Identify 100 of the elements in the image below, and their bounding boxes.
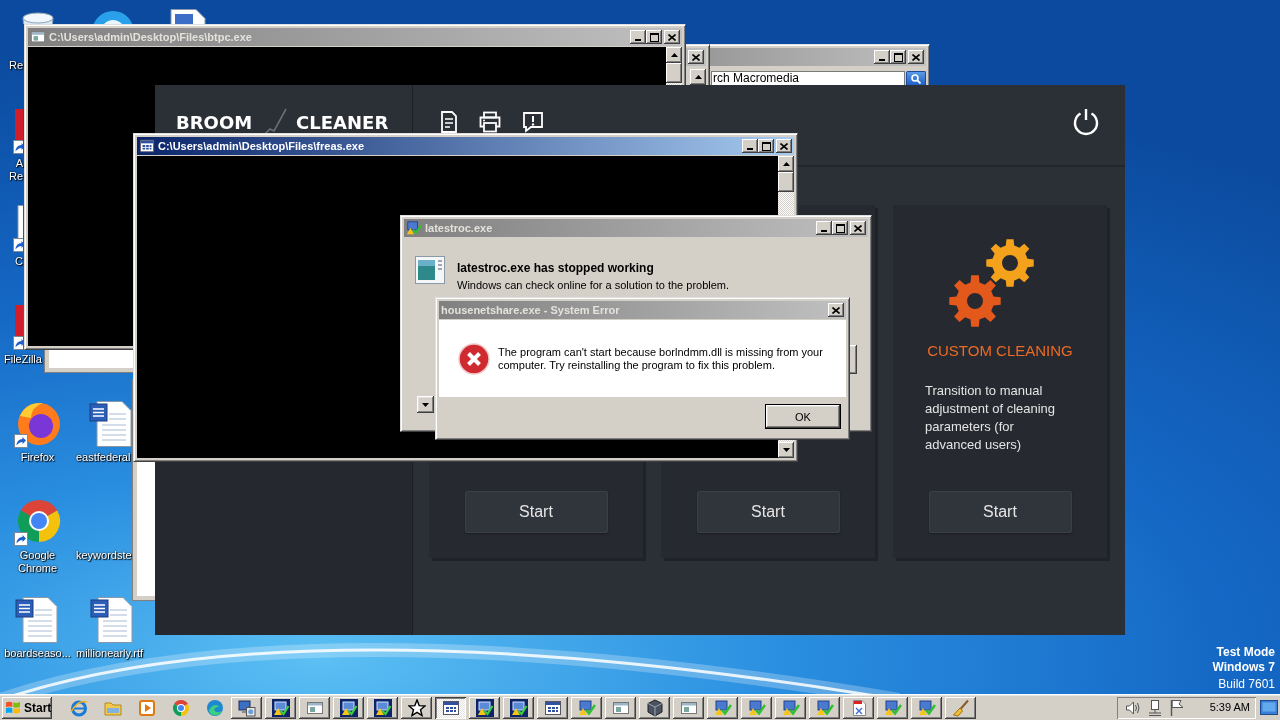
- monitor-check-icon: [373, 698, 392, 717]
- taskbar-button[interactable]: [265, 696, 296, 719]
- document-icon[interactable]: [440, 111, 458, 133]
- flag-icon[interactable]: [1168, 698, 1184, 717]
- icon-label: keywordste: [76, 549, 132, 562]
- icon-label: Chrome: [17, 562, 58, 575]
- taskbar-button[interactable]: [843, 696, 874, 719]
- minimize-icon: [879, 59, 885, 61]
- start-button[interactable]: Start: [928, 491, 1072, 533]
- maximize-icon: [893, 52, 903, 62]
- taskbar-button[interactable]: [231, 696, 262, 719]
- scroll-up-button[interactable]: [778, 156, 794, 172]
- icon-label: boardseaso...: [4, 647, 71, 660]
- maximize-button[interactable]: [758, 139, 774, 153]
- taskbar-button[interactable]: [605, 696, 636, 719]
- monitor-check-icon: [781, 698, 800, 717]
- triangle-down-icon: [782, 448, 790, 452]
- start-button[interactable]: Start: [696, 491, 840, 533]
- windows-logo-icon: [5, 700, 21, 715]
- minimize-button[interactable]: [630, 30, 646, 44]
- monitor-check-icon: [406, 220, 422, 236]
- taskbar-button[interactable]: [775, 696, 806, 719]
- close-button[interactable]: [776, 139, 792, 153]
- document-icon[interactable]: [88, 400, 132, 448]
- scroll-down-button[interactable]: [778, 442, 794, 458]
- taskbar-button[interactable]: [435, 696, 466, 719]
- browser-icon[interactable]: [172, 698, 190, 717]
- ok-button[interactable]: OK: [766, 405, 840, 428]
- window-icon: [30, 29, 46, 45]
- minimize-button[interactable]: [874, 50, 890, 64]
- taskbar-button[interactable]: [537, 696, 568, 719]
- maximize-button[interactable]: [890, 50, 906, 64]
- monitor-check-icon: [271, 698, 290, 717]
- close-button[interactable]: [850, 221, 866, 235]
- close-button[interactable]: [908, 50, 924, 64]
- details-toggle-button[interactable]: [417, 396, 434, 413]
- icon-label: Re: [8, 170, 23, 183]
- search-field[interactable]: rch Macromedia: [711, 71, 905, 85]
- scrollbar-thumb[interactable]: [666, 63, 682, 83]
- network-icon[interactable]: [1146, 698, 1163, 717]
- printer-icon[interactable]: [479, 111, 501, 133]
- taskbar-button[interactable]: [367, 696, 398, 719]
- console-icon: [441, 698, 460, 717]
- taskbar-button[interactable]: [333, 696, 364, 719]
- star-icon: [407, 698, 426, 717]
- window-title: C:\Users\admin\Desktop\Files\freas.exe: [158, 139, 365, 153]
- power-icon[interactable]: [1072, 108, 1100, 136]
- caret-down-icon: [422, 402, 429, 407]
- icon-label: Re: [8, 59, 23, 72]
- taskbar-button[interactable]: [469, 696, 500, 719]
- monitor-check-icon: [883, 698, 902, 717]
- close-icon: [912, 53, 920, 61]
- taskbar-button[interactable]: [741, 696, 772, 719]
- taskbar-button[interactable]: [809, 696, 840, 719]
- broom-icon: [951, 698, 970, 717]
- close-button[interactable]: [828, 303, 844, 317]
- message-alert-icon[interactable]: [522, 111, 544, 133]
- triangle-up-icon: [694, 75, 702, 79]
- search-button[interactable]: [906, 71, 926, 85]
- taskbar-button[interactable]: [639, 696, 670, 719]
- monitor-check-icon: [747, 698, 766, 717]
- taskbar-button[interactable]: [707, 696, 738, 719]
- scroll-up-button[interactable]: [666, 47, 682, 63]
- logo-text: CLEANER: [296, 112, 389, 134]
- minimize-button[interactable]: [742, 139, 758, 153]
- window-title: C:\Users\admin\Desktop\Files\btpc.exe: [49, 30, 252, 44]
- minimize-icon: [747, 148, 753, 150]
- taskbar-button[interactable]: [299, 696, 330, 719]
- minimize-button[interactable]: [816, 221, 832, 235]
- minimize-icon: [821, 230, 827, 232]
- scrollbar-thumb[interactable]: [778, 172, 794, 192]
- taskbar-button[interactable]: [877, 696, 908, 719]
- taskbar-button[interactable]: [503, 696, 534, 719]
- maximize-button[interactable]: [832, 221, 848, 235]
- show-desktop-icon[interactable]: [1260, 699, 1278, 716]
- maximize-icon: [835, 223, 845, 233]
- error-message: The program can't start because borlndmm.dll is missing from your computer. Try reinstalling the program to fix this problem.: [498, 345, 824, 372]
- taskbar-button[interactable]: [945, 696, 976, 719]
- taskbar-button[interactable]: [401, 696, 432, 719]
- scroll-up-button[interactable]: [690, 69, 706, 85]
- play-icon[interactable]: [138, 698, 156, 717]
- taskbar-button[interactable]: [571, 696, 602, 719]
- close-button[interactable]: [664, 30, 680, 44]
- browser-icon[interactable]: [70, 698, 88, 717]
- start-button[interactable]: Start: [464, 491, 608, 533]
- icon-label: Google: [19, 549, 56, 562]
- browser-icon[interactable]: [13, 400, 62, 448]
- card-description: Transition to manual adjustment of cleaning parameters (for advanced users): [925, 382, 1057, 454]
- monitor-check-icon: [509, 698, 528, 717]
- taskbar-button[interactable]: [673, 696, 704, 719]
- window-title: housenetshare.exe - System Error: [441, 303, 620, 317]
- monitor-check-icon: [917, 698, 936, 717]
- console-icon: [543, 698, 562, 717]
- taskbar-button[interactable]: [911, 696, 942, 719]
- browser-icon[interactable]: [13, 498, 62, 546]
- close-button[interactable]: [688, 50, 704, 64]
- logo-text: BROOM: [176, 112, 253, 134]
- start-menu-button[interactable]: Start: [2, 696, 52, 719]
- search-icon: [911, 73, 921, 84]
- maximize-button[interactable]: [646, 30, 662, 44]
